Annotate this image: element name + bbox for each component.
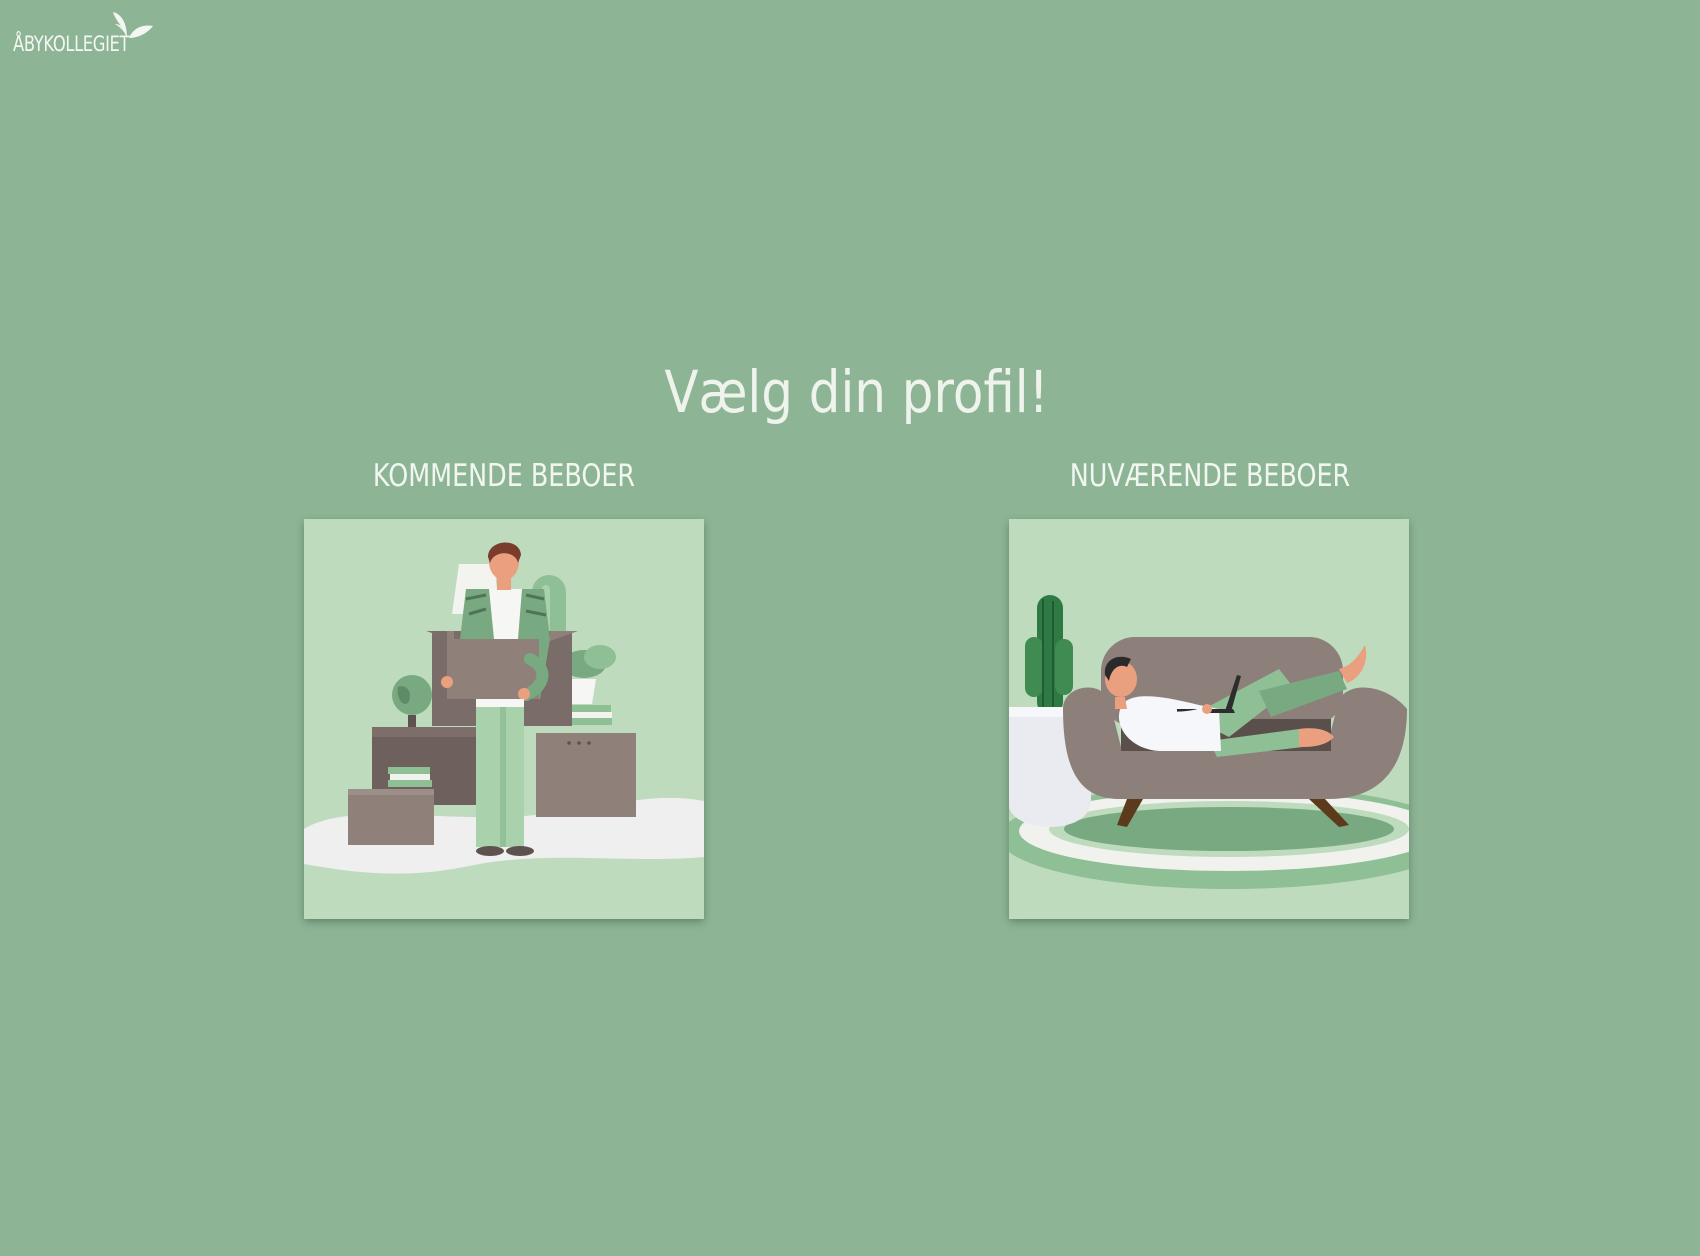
logo-link[interactable]: ÅBYKOLLEGIET (13, 10, 163, 60)
option-label-nuvaerende: NUVÆRENDE BEBOER (1069, 458, 1351, 494)
profile-select-page: ÅBYKOLLEGIET Vælg din profil! KOMMENDE B… (0, 0, 1700, 1256)
page-title: Vælg din profil! (664, 358, 1049, 426)
logo-text: ÅBYKOLLEGIET (13, 32, 130, 56)
profile-card-kommende-beboer[interactable] (304, 519, 704, 919)
option-label-kommende: KOMMENDE BEBOER (372, 458, 636, 494)
person-on-sofa-laptop-illustration (1009, 519, 1409, 919)
person-moving-boxes-illustration (304, 519, 704, 919)
profile-card-nuvaerende-beboer[interactable] (1009, 519, 1409, 919)
